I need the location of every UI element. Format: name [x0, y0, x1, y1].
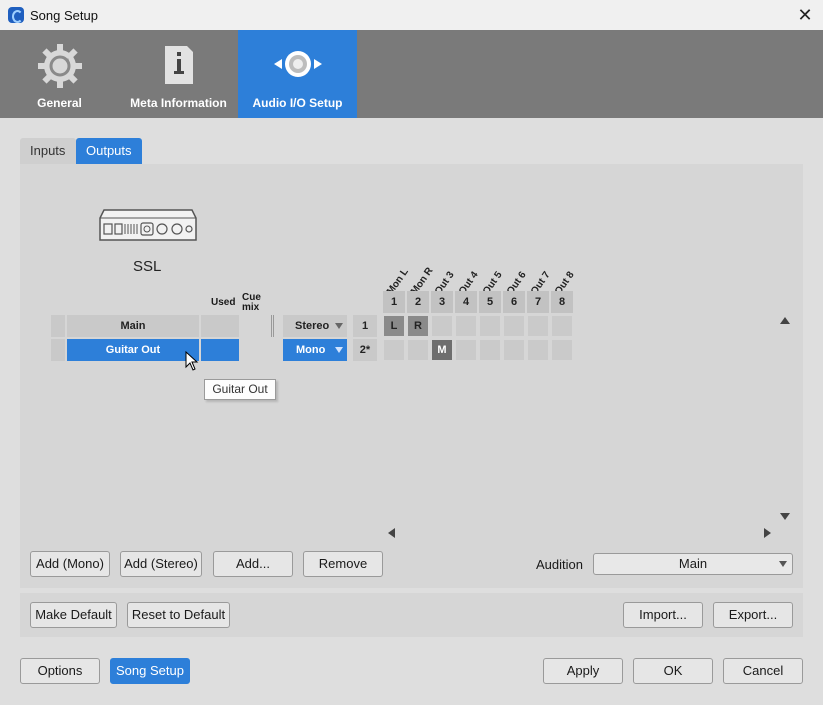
hw-output-number: 2 — [407, 291, 429, 313]
make-default-button[interactable]: Make Default — [30, 602, 117, 628]
scroll-left-icon[interactable] — [388, 528, 395, 538]
format-value: Stereo — [295, 320, 330, 332]
audio-interface-icon — [99, 209, 197, 241]
route-cell[interactable] — [503, 339, 525, 361]
scroll-down-icon[interactable] — [780, 513, 790, 520]
route-cell[interactable] — [455, 315, 477, 337]
chevron-down-icon — [779, 561, 787, 567]
add-button[interactable]: Add... — [213, 551, 293, 577]
hw-output-number: 7 — [527, 291, 549, 313]
route-cell[interactable] — [551, 339, 573, 361]
route-cell[interactable]: M — [431, 339, 453, 361]
scroll-right-icon[interactable] — [764, 528, 771, 538]
route-cell[interactable]: L — [383, 315, 405, 337]
hw-output-number: 4 — [455, 291, 477, 313]
scroll-up-icon[interactable] — [780, 317, 790, 324]
options-button[interactable]: Options — [20, 658, 100, 684]
channel-number-main: 1 — [353, 315, 377, 337]
column-divider[interactable] — [271, 315, 274, 337]
audition-value: Main — [678, 556, 708, 571]
export-button[interactable]: Export... — [713, 602, 793, 628]
row-handle[interactable] — [51, 315, 65, 337]
title-bar: Song Setup ✕ — [0, 0, 823, 30]
route-cell[interactable] — [551, 315, 573, 337]
reset-to-default-button[interactable]: Reset to Default — [127, 602, 230, 628]
audio-io-icon — [273, 51, 322, 77]
gear-icon — [37, 44, 82, 88]
tab-general[interactable]: General — [0, 30, 119, 118]
route-cell[interactable] — [479, 315, 501, 337]
close-icon[interactable]: ✕ — [793, 3, 817, 27]
hw-output-number: 3 — [431, 291, 453, 313]
route-cell[interactable] — [383, 339, 405, 361]
app-icon — [8, 7, 24, 23]
audition-label: Audition — [536, 557, 583, 572]
tab-meta-information-label: Meta Information — [130, 96, 227, 110]
top-tab-strip: General Meta Information Audio I/O Setup — [0, 30, 823, 118]
route-cell[interactable] — [527, 315, 549, 337]
output-name-guitar-out[interactable]: Guitar Out — [67, 339, 199, 361]
tab-audio-io-setup-label: Audio I/O Setup — [252, 96, 343, 110]
chevron-down-icon — [335, 323, 343, 329]
route-cell[interactable] — [503, 315, 525, 337]
window-title: Song Setup — [30, 8, 98, 23]
route-cell[interactable]: R — [407, 315, 429, 337]
device-name: SSL — [133, 258, 162, 275]
chevron-down-icon — [335, 347, 343, 353]
info-icon — [164, 46, 193, 84]
route-cell[interactable] — [407, 339, 429, 361]
song-setup-button[interactable]: Song Setup — [110, 658, 190, 684]
used-header: Used — [211, 297, 236, 308]
format-select-guitar-out[interactable]: Mono — [283, 339, 347, 361]
import-button[interactable]: Import... — [623, 602, 703, 628]
format-select-main[interactable]: Stereo — [283, 315, 347, 337]
cancel-button[interactable]: Cancel — [723, 658, 803, 684]
format-value: Mono — [296, 344, 326, 356]
ok-button[interactable]: OK — [633, 658, 713, 684]
hw-output-number: 1 — [383, 291, 405, 313]
add-mono-button[interactable]: Add (Mono) — [30, 551, 110, 577]
route-cell[interactable] — [479, 339, 501, 361]
cue-mix-header: Cue mix — [242, 292, 261, 313]
hw-output-number: 6 — [503, 291, 525, 313]
audition-select[interactable]: Main — [593, 553, 793, 575]
tab-inputs[interactable]: Inputs — [20, 138, 76, 164]
output-name-main[interactable]: Main — [67, 315, 199, 337]
hw-output-number: 5 — [479, 291, 501, 313]
channel-number-guitar-out: 2* — [353, 339, 377, 361]
mouse-cursor-icon — [185, 351, 199, 371]
used-cell — [201, 339, 239, 361]
tab-general-label: General — [37, 96, 82, 110]
route-cell[interactable] — [455, 339, 477, 361]
hw-output-number: 8 — [551, 291, 573, 313]
used-cell — [201, 315, 239, 337]
tooltip: Guitar Out — [204, 379, 276, 400]
row-handle[interactable] — [51, 339, 65, 361]
route-cell[interactable] — [431, 315, 453, 337]
add-stereo-button[interactable]: Add (Stereo) — [120, 551, 202, 577]
apply-button[interactable]: Apply — [543, 658, 623, 684]
route-cell[interactable] — [527, 339, 549, 361]
remove-button[interactable]: Remove — [303, 551, 383, 577]
tab-meta-information[interactable]: Meta Information — [119, 30, 238, 118]
tab-audio-io-setup[interactable]: Audio I/O Setup — [238, 30, 357, 118]
tab-outputs[interactable]: Outputs — [76, 138, 142, 164]
